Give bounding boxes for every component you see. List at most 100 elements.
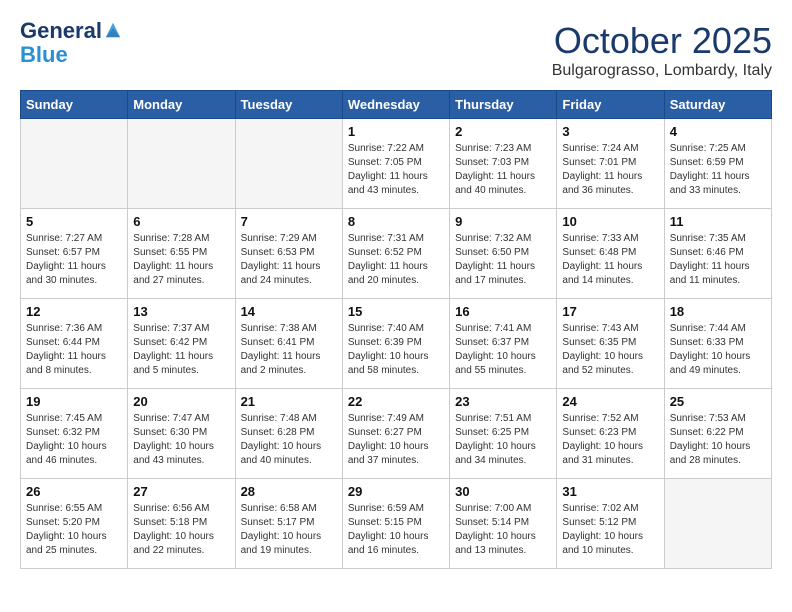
day-number: 22: [348, 394, 444, 409]
header-tuesday: Tuesday: [235, 91, 342, 119]
day-number: 21: [241, 394, 337, 409]
day-info: Sunrise: 7:40 AM Sunset: 6:39 PM Dayligh…: [348, 322, 444, 378]
day-info: Sunrise: 7:53 AM Sunset: 6:22 PM Dayligh…: [670, 412, 766, 468]
day-info: Sunrise: 7:32 AM Sunset: 6:50 PM Dayligh…: [455, 232, 551, 288]
calendar-cell: 25 Sunrise: 7:53 AM Sunset: 6:22 PM Dayli…: [664, 389, 771, 479]
day-info: Sunrise: 6:55 AM Sunset: 5:20 PM Dayligh…: [26, 502, 122, 558]
title-area: October 2025 Bulgarograsso, Lombardy, It…: [552, 20, 772, 80]
day-info: Sunrise: 7:02 AM Sunset: 5:12 PM Dayligh…: [562, 502, 658, 558]
header-sunday: Sunday: [21, 91, 128, 119]
day-number: 5: [26, 214, 122, 229]
day-number: 28: [241, 484, 337, 499]
logo: General Blue: [20, 20, 122, 68]
calendar-cell: [235, 119, 342, 209]
calendar-cell: 29 Sunrise: 6:59 AM Sunset: 5:15 PM Dayli…: [342, 479, 449, 569]
day-number: 2: [455, 124, 551, 139]
location: Bulgarograsso, Lombardy, Italy: [552, 62, 772, 80]
day-number: 30: [455, 484, 551, 499]
day-number: 4: [670, 124, 766, 139]
day-number: 26: [26, 484, 122, 499]
day-info: Sunrise: 6:58 AM Sunset: 5:17 PM Dayligh…: [241, 502, 337, 558]
logo-blue: Blue: [20, 42, 68, 68]
day-info: Sunrise: 7:37 AM Sunset: 6:42 PM Dayligh…: [133, 322, 229, 378]
day-number: 7: [241, 214, 337, 229]
day-number: 29: [348, 484, 444, 499]
calendar-week-5: 26 Sunrise: 6:55 AM Sunset: 5:20 PM Dayli…: [21, 479, 772, 569]
day-info: Sunrise: 7:43 AM Sunset: 6:35 PM Dayligh…: [562, 322, 658, 378]
calendar-week-4: 19 Sunrise: 7:45 AM Sunset: 6:32 PM Dayli…: [21, 389, 772, 479]
calendar-header-row: SundayMondayTuesdayWednesdayThursdayFrid…: [21, 91, 772, 119]
calendar-cell: 21 Sunrise: 7:48 AM Sunset: 6:28 PM Dayli…: [235, 389, 342, 479]
day-number: 18: [670, 304, 766, 319]
day-number: 1: [348, 124, 444, 139]
calendar-cell: 6 Sunrise: 7:28 AM Sunset: 6:55 PM Daylig…: [128, 209, 235, 299]
month-title: October 2025: [552, 20, 772, 62]
day-info: Sunrise: 7:29 AM Sunset: 6:53 PM Dayligh…: [241, 232, 337, 288]
page-header: General Blue October 2025 Bulgarograsso,…: [20, 20, 772, 80]
calendar-cell: 19 Sunrise: 7:45 AM Sunset: 6:32 PM Dayli…: [21, 389, 128, 479]
day-number: 16: [455, 304, 551, 319]
calendar-cell: 30 Sunrise: 7:00 AM Sunset: 5:14 PM Dayli…: [450, 479, 557, 569]
calendar-week-1: 1 Sunrise: 7:22 AM Sunset: 7:05 PM Daylig…: [21, 119, 772, 209]
day-number: 15: [348, 304, 444, 319]
calendar-cell: 9Sunrise: 7:32 AM Sunset: 6:50 PM Daylig…: [450, 209, 557, 299]
calendar-cell: 5 Sunrise: 7:27 AM Sunset: 6:57 PM Daylig…: [21, 209, 128, 299]
calendar-cell: 7 Sunrise: 7:29 AM Sunset: 6:53 PM Daylig…: [235, 209, 342, 299]
day-info: Sunrise: 7:33 AM Sunset: 6:48 PM Dayligh…: [562, 232, 658, 288]
header-monday: Monday: [128, 91, 235, 119]
day-number: 13: [133, 304, 229, 319]
calendar-cell: [664, 479, 771, 569]
calendar-body: 1 Sunrise: 7:22 AM Sunset: 7:05 PM Daylig…: [21, 119, 772, 569]
calendar-cell: 20Sunrise: 7:47 AM Sunset: 6:30 PM Dayli…: [128, 389, 235, 479]
day-info: Sunrise: 6:59 AM Sunset: 5:15 PM Dayligh…: [348, 502, 444, 558]
header-wednesday: Wednesday: [342, 91, 449, 119]
day-info: Sunrise: 7:35 AM Sunset: 6:46 PM Dayligh…: [670, 232, 766, 288]
day-info: Sunrise: 7:36 AM Sunset: 6:44 PM Dayligh…: [26, 322, 122, 378]
day-number: 31: [562, 484, 658, 499]
day-number: 25: [670, 394, 766, 409]
day-info: Sunrise: 7:23 AM Sunset: 7:03 PM Dayligh…: [455, 142, 551, 198]
calendar-cell: 27Sunrise: 6:56 AM Sunset: 5:18 PM Dayli…: [128, 479, 235, 569]
calendar-week-3: 12 Sunrise: 7:36 AM Sunset: 6:44 PM Dayli…: [21, 299, 772, 389]
calendar-cell: [128, 119, 235, 209]
day-number: 11: [670, 214, 766, 229]
calendar-cell: 17 Sunrise: 7:43 AM Sunset: 6:35 PM Dayli…: [557, 299, 664, 389]
calendar-cell: 23 Sunrise: 7:51 AM Sunset: 6:25 PM Dayli…: [450, 389, 557, 479]
day-number: 10: [562, 214, 658, 229]
day-info: Sunrise: 7:22 AM Sunset: 7:05 PM Dayligh…: [348, 142, 444, 198]
day-number: 12: [26, 304, 122, 319]
day-number: 20: [133, 394, 229, 409]
day-number: 6: [133, 214, 229, 229]
calendar-cell: 18 Sunrise: 7:44 AM Sunset: 6:33 PM Dayli…: [664, 299, 771, 389]
logo-text: General: [20, 20, 102, 42]
day-info: Sunrise: 7:31 AM Sunset: 6:52 PM Dayligh…: [348, 232, 444, 288]
header-friday: Friday: [557, 91, 664, 119]
day-number: 23: [455, 394, 551, 409]
day-info: Sunrise: 7:28 AM Sunset: 6:55 PM Dayligh…: [133, 232, 229, 288]
day-info: Sunrise: 7:27 AM Sunset: 6:57 PM Dayligh…: [26, 232, 122, 288]
calendar-cell: 10 Sunrise: 7:33 AM Sunset: 6:48 PM Dayli…: [557, 209, 664, 299]
day-info: Sunrise: 7:41 AM Sunset: 6:37 PM Dayligh…: [455, 322, 551, 378]
calendar-cell: 24Sunrise: 7:52 AM Sunset: 6:23 PM Dayli…: [557, 389, 664, 479]
header-thursday: Thursday: [450, 91, 557, 119]
day-number: 19: [26, 394, 122, 409]
calendar-cell: 11 Sunrise: 7:35 AM Sunset: 6:46 PM Dayli…: [664, 209, 771, 299]
calendar-cell: 3 Sunrise: 7:24 AM Sunset: 7:01 PM Daylig…: [557, 119, 664, 209]
header-saturday: Saturday: [664, 91, 771, 119]
calendar-cell: 28 Sunrise: 6:58 AM Sunset: 5:17 PM Dayli…: [235, 479, 342, 569]
calendar-week-2: 5 Sunrise: 7:27 AM Sunset: 6:57 PM Daylig…: [21, 209, 772, 299]
day-info: Sunrise: 7:51 AM Sunset: 6:25 PM Dayligh…: [455, 412, 551, 468]
day-info: Sunrise: 7:44 AM Sunset: 6:33 PM Dayligh…: [670, 322, 766, 378]
calendar-cell: 4Sunrise: 7:25 AM Sunset: 6:59 PM Daylig…: [664, 119, 771, 209]
day-number: 3: [562, 124, 658, 139]
calendar-cell: 26 Sunrise: 6:55 AM Sunset: 5:20 PM Dayli…: [21, 479, 128, 569]
calendar-cell: 13 Sunrise: 7:37 AM Sunset: 6:42 PM Dayli…: [128, 299, 235, 389]
day-number: 17: [562, 304, 658, 319]
calendar-cell: 12 Sunrise: 7:36 AM Sunset: 6:44 PM Dayli…: [21, 299, 128, 389]
day-number: 27: [133, 484, 229, 499]
day-info: Sunrise: 7:00 AM Sunset: 5:14 PM Dayligh…: [455, 502, 551, 558]
day-info: Sunrise: 7:24 AM Sunset: 7:01 PM Dayligh…: [562, 142, 658, 198]
day-info: Sunrise: 7:48 AM Sunset: 6:28 PM Dayligh…: [241, 412, 337, 468]
calendar-cell: 2 Sunrise: 7:23 AM Sunset: 7:03 PM Daylig…: [450, 119, 557, 209]
day-info: Sunrise: 7:45 AM Sunset: 6:32 PM Dayligh…: [26, 412, 122, 468]
